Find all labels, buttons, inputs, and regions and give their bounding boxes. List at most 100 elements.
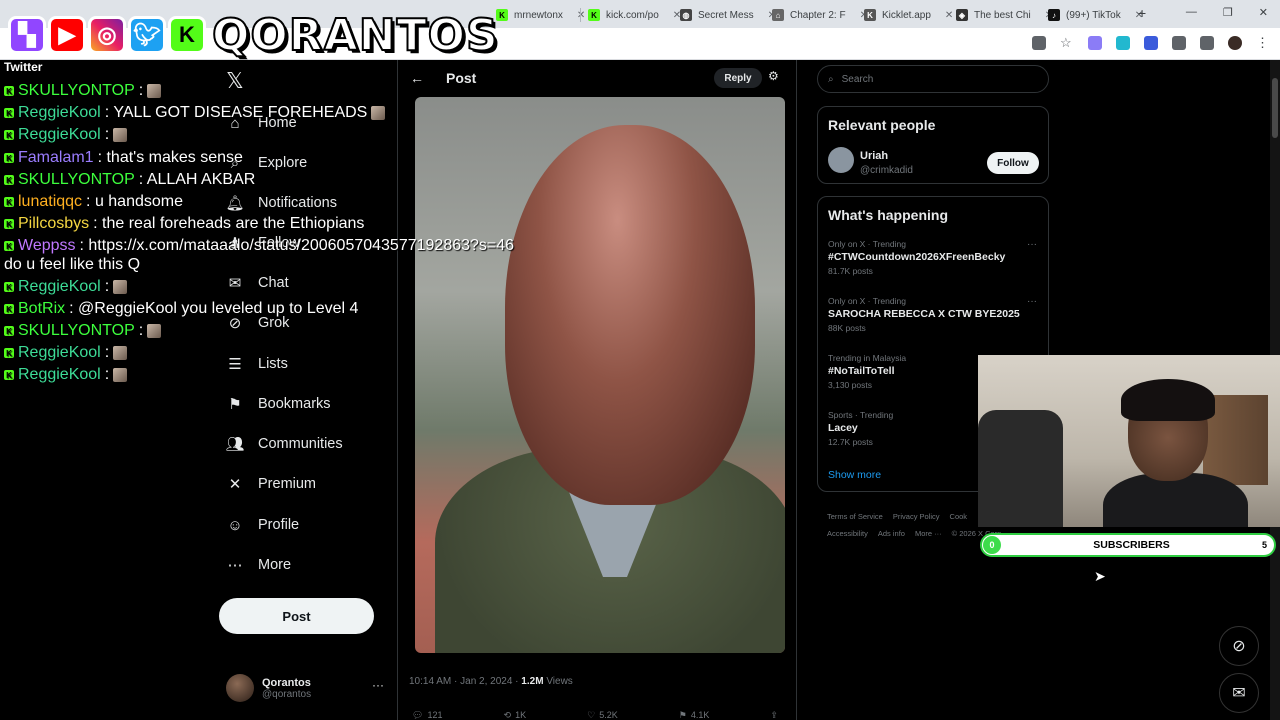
footer-link[interactable]: Accessibility	[827, 529, 868, 538]
kick-badge-icon: K	[4, 108, 14, 118]
footer-link[interactable]: More ···	[915, 529, 942, 538]
browser-tab[interactable]: ♪ (99+) TikTok ✕	[1040, 4, 1151, 26]
extension-icon[interactable]	[1088, 36, 1102, 50]
like-button[interactable]: ♡ 5.2K	[587, 710, 618, 720]
repost-button[interactable]: ⟲ 1K	[504, 710, 527, 720]
footer-link[interactable]: Terms of Service	[827, 512, 883, 521]
search-input[interactable]: ⌕ Search	[817, 65, 1049, 93]
action-count: 4.1K	[690, 710, 710, 720]
nav-item-bookmarks[interactable]: ⚑ Bookmarks	[226, 395, 330, 413]
goal-label: SUBSCRIBERS	[1093, 539, 1170, 551]
views-label: Views	[546, 676, 573, 687]
nav-item-chat[interactable]: ✉ Chat	[226, 274, 289, 292]
footer-link[interactable]: Ads info	[878, 529, 905, 538]
chat-text: : YALL GOT DISEASE FOREHEADS	[104, 104, 368, 121]
chat-username: SKULLYONTOP	[18, 171, 135, 188]
puzzle-icon[interactable]	[1172, 36, 1186, 50]
avatar[interactable]	[828, 147, 854, 173]
tab-label: (99+) TikTok	[1066, 9, 1121, 21]
chat-message: K ReggieKool :	[4, 366, 128, 384]
panel-title: What's happening	[828, 207, 948, 223]
minimize-button[interactable]: —	[1186, 6, 1197, 19]
show-more-link[interactable]: Show more	[828, 469, 881, 481]
new-tab-button[interactable]: +	[1138, 5, 1146, 21]
cam-hair	[1121, 379, 1215, 421]
search-icon: ⌕	[828, 73, 834, 85]
bell-icon: 🔔︎	[225, 195, 245, 212]
install-icon[interactable]	[1032, 36, 1046, 50]
extension-icon[interactable]	[1116, 36, 1130, 50]
restore-button[interactable]: ❐	[1223, 6, 1233, 19]
nav-item-more[interactable]: ⋯ More	[226, 556, 292, 574]
more-icon[interactable]: ···	[372, 678, 384, 692]
chat-username: Weppss	[18, 237, 76, 254]
share-button[interactable]: ⇪	[770, 710, 782, 720]
kick-badge-icon: K	[4, 282, 14, 292]
footer-link[interactable]: Cook	[950, 512, 968, 521]
chat-message: K BotRix : @ReggieKool you leveled up to …	[4, 300, 358, 318]
reply-button[interactable]: Reply	[714, 68, 762, 88]
star-icon[interactable]: ☆	[1060, 36, 1074, 50]
grok-icon[interactable]: ⊘	[1219, 626, 1259, 666]
post-image[interactable]	[415, 97, 785, 653]
trend-item[interactable]: Only on X · Trending #CTWCountdown2026XFr…	[828, 239, 1043, 276]
follow-button[interactable]: Follow	[987, 152, 1039, 174]
menu-icon[interactable]: ⋮	[1256, 36, 1270, 50]
bookmark-button[interactable]: ⚑ 4.1K	[679, 710, 710, 720]
scrollbar-thumb[interactable]	[1272, 78, 1278, 138]
nav-item-notifications[interactable]: 🔔︎ Notifications	[225, 194, 337, 212]
action-count: 5.2K	[599, 710, 618, 720]
nav-item-lists[interactable]: ☰ Lists	[226, 355, 288, 373]
settings-sliders-icon[interactable]: ⚙	[768, 69, 779, 83]
chat-message: K SKULLYONTOP : ALLAH AKBAR	[4, 171, 255, 189]
stream-chat: Twitter	[0, 60, 450, 74]
kick-badge-icon: K	[4, 219, 14, 229]
close-window-button[interactable]: ✕	[1259, 6, 1268, 19]
stream-logo-strip: ▚ ▶ ◎ 🐦︎ K QORANTOS	[8, 8, 499, 62]
list-icon: ☰	[228, 356, 242, 373]
chat-text: :	[104, 344, 110, 361]
chat-username: Pillcosbys	[18, 215, 90, 232]
chat-message: K ReggieKool :	[4, 344, 128, 362]
chat-message: K ReggieKool :	[4, 278, 128, 296]
stream-brand: QORANTOS	[211, 9, 499, 62]
nav-item-profile[interactable]: ☺ Profile	[226, 516, 299, 534]
relevant-people-panel: Relevant people Uriah @crimkadid Follow	[817, 106, 1049, 184]
emote-icon	[147, 84, 162, 98]
chat-username: BotRix	[18, 300, 66, 317]
twitch-icon: ▚	[8, 16, 46, 54]
browser-tab[interactable]: K Kicklet.app ✕	[856, 4, 961, 26]
trend-item[interactable]: Only on X · Trending SAROCHA REBECCA X CT…	[828, 296, 1043, 333]
post-timestamp[interactable]: 10:14 AM · Jan 2, 2024 ·	[409, 676, 519, 687]
chat-username: ReggieKool	[18, 278, 101, 295]
post-column: ← Post Reply ⚙ 10:14 AM · Jan 2, 2024 · …	[397, 60, 797, 720]
chat-username: SKULLYONTOP	[18, 322, 135, 339]
messages-icon[interactable]: ✉	[1219, 673, 1259, 713]
chat-username: ReggieKool	[18, 344, 101, 361]
browser-tab[interactable]: K mrnewtonx ✕	[488, 4, 593, 26]
nav-item-label: More	[258, 557, 292, 573]
extension-icon[interactable]	[1144, 36, 1158, 50]
reply-button[interactable]: 💬︎ 121	[412, 710, 442, 720]
account-switcher[interactable]: Qorantos @qorantos ···	[226, 674, 384, 702]
footer-link[interactable]: Privacy Policy	[893, 512, 940, 521]
post-button[interactable]: Post	[219, 598, 374, 634]
web-icon: ◍	[680, 9, 692, 21]
more-icon[interactable]: ···	[1027, 239, 1037, 250]
more-icon[interactable]: ···	[1027, 296, 1037, 307]
avatar[interactable]	[1228, 36, 1242, 50]
media-icon[interactable]	[1200, 36, 1214, 50]
person-icon: ☺	[227, 516, 243, 534]
person-name[interactable]: Uriah	[860, 150, 888, 162]
chat-text: : @ReggieKool you leveled up to Level 4	[69, 300, 359, 317]
action-count: 121	[427, 710, 443, 720]
nav-item-communities[interactable]: 👥︎ Communities	[225, 435, 342, 453]
nav-item-premium[interactable]: ✕ Premium	[226, 475, 316, 493]
share-icon: ⇪	[770, 710, 778, 720]
person-handle: @crimkadid	[860, 165, 913, 176]
mouse-cursor-icon: ➤	[1094, 568, 1106, 584]
tab-label: Secret Mess	[698, 9, 754, 21]
account-handle: @qorantos	[262, 688, 312, 700]
tab-label: The best Chi	[974, 9, 1031, 21]
tiktok-icon: ♪	[1048, 9, 1060, 21]
